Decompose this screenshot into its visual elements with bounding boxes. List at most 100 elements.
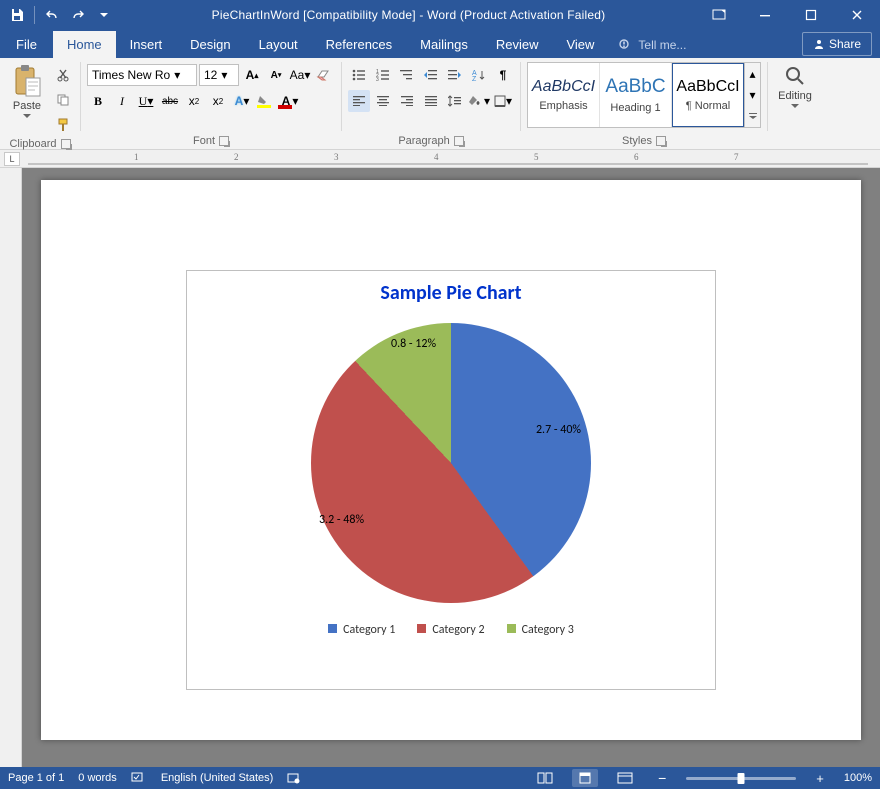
status-page[interactable]: Page 1 of 1 bbox=[8, 772, 64, 784]
undo-icon[interactable] bbox=[41, 4, 63, 26]
font-size-value: 12 bbox=[204, 68, 217, 82]
superscript-button[interactable]: x2 bbox=[207, 90, 229, 112]
strikethrough-button[interactable]: abc bbox=[159, 90, 181, 112]
tab-references[interactable]: References bbox=[312, 31, 406, 58]
font-name-combo[interactable]: Times New Ro ▾ bbox=[87, 64, 197, 86]
decrease-indent-button[interactable] bbox=[420, 64, 442, 86]
share-button[interactable]: Share bbox=[802, 32, 872, 56]
font-color-button[interactable]: A▾ bbox=[279, 90, 301, 112]
text-effects-button[interactable]: A▾ bbox=[231, 90, 253, 112]
group-editing: Editing bbox=[768, 58, 822, 149]
chevron-down-icon[interactable]: ▾ bbox=[221, 68, 227, 82]
bold-button[interactable]: B bbox=[87, 90, 109, 112]
font-size-combo[interactable]: 12 ▾ bbox=[199, 64, 239, 86]
cut-button[interactable] bbox=[52, 64, 74, 86]
styles-expand[interactable] bbox=[745, 106, 760, 127]
italic-button[interactable]: I bbox=[111, 90, 133, 112]
zoom-out-button[interactable]: − bbox=[652, 770, 672, 786]
align-center-button[interactable] bbox=[372, 90, 394, 112]
tab-design[interactable]: Design bbox=[176, 31, 244, 58]
tab-insert[interactable]: Insert bbox=[116, 31, 177, 58]
show-hide-button[interactable]: ¶ bbox=[492, 64, 514, 86]
paste-button[interactable]: Paste bbox=[6, 60, 48, 119]
underline-button[interactable]: U▾ bbox=[135, 90, 157, 112]
ribbon: Paste Clipboard Times New Ro ▾ bbox=[0, 58, 880, 150]
tab-mailings[interactable]: Mailings bbox=[406, 31, 482, 58]
pie-chart-object[interactable]: Sample Pie Chart 2.7 - 40% 3.2 - 48% 0.8… bbox=[186, 270, 716, 690]
group-font: Times New Ro ▾ 12 ▾ A▴ A▾ Aa▾ B I U▾ bbox=[81, 58, 341, 149]
line-spacing-button[interactable] bbox=[444, 90, 466, 112]
shrink-font-button[interactable]: A▾ bbox=[265, 64, 287, 86]
tell-me-label: Tell me... bbox=[638, 38, 686, 52]
paste-label: Paste bbox=[13, 100, 41, 112]
styles-launcher[interactable] bbox=[656, 136, 666, 146]
numbering-button[interactable]: 123 bbox=[372, 64, 394, 86]
tab-layout[interactable]: Layout bbox=[245, 31, 312, 58]
paragraph-group-label: Paragraph bbox=[398, 135, 449, 147]
page[interactable]: Sample Pie Chart 2.7 - 40% 3.2 - 48% 0.8… bbox=[41, 180, 861, 740]
tab-home[interactable]: Home bbox=[53, 31, 116, 58]
macro-record-icon[interactable] bbox=[287, 772, 301, 784]
clear-formatting-button[interactable] bbox=[313, 64, 335, 86]
tab-view[interactable]: View bbox=[552, 31, 608, 58]
title-bar: PieChartInWord [Compatibility Mode] - Wo… bbox=[0, 0, 880, 30]
tab-file[interactable]: File bbox=[0, 31, 53, 58]
svg-text:3: 3 bbox=[334, 152, 339, 162]
vertical-ruler[interactable] bbox=[0, 168, 22, 767]
spellcheck-icon[interactable] bbox=[131, 772, 147, 784]
group-styles: AaBbCcI Emphasis AaBbC Heading 1 AaBbCcI… bbox=[521, 58, 767, 149]
ribbon-display-options-icon[interactable] bbox=[696, 0, 742, 30]
minimize-button[interactable] bbox=[742, 0, 788, 30]
chevron-down-icon[interactable]: ▾ bbox=[174, 68, 180, 82]
paragraph-launcher[interactable] bbox=[454, 136, 464, 146]
borders-button[interactable]: ▾ bbox=[492, 90, 514, 112]
grow-font-button[interactable]: A▴ bbox=[241, 64, 263, 86]
clipboard-launcher[interactable] bbox=[61, 139, 71, 149]
svg-text:3: 3 bbox=[376, 77, 379, 81]
bullets-button[interactable] bbox=[348, 64, 370, 86]
tab-review[interactable]: Review bbox=[482, 31, 553, 58]
svg-text:1: 1 bbox=[134, 152, 139, 162]
style-normal[interactable]: AaBbCcI ¶ Normal bbox=[672, 63, 744, 127]
justify-button[interactable] bbox=[420, 90, 442, 112]
increase-indent-button[interactable] bbox=[444, 64, 466, 86]
font-group-label: Font bbox=[193, 135, 215, 147]
editing-button[interactable]: Editing bbox=[774, 60, 816, 109]
svg-text:Z: Z bbox=[472, 76, 477, 81]
align-right-button[interactable] bbox=[396, 90, 418, 112]
format-painter-button[interactable] bbox=[52, 114, 74, 136]
print-layout-button[interactable] bbox=[572, 769, 598, 787]
align-left-button[interactable] bbox=[348, 90, 370, 112]
copy-button[interactable] bbox=[52, 89, 74, 111]
save-icon[interactable] bbox=[6, 4, 28, 26]
change-case-button[interactable]: Aa▾ bbox=[289, 64, 311, 86]
horizontal-ruler[interactable]: L 123 456 7 bbox=[0, 150, 880, 168]
close-button[interactable] bbox=[834, 0, 880, 30]
redo-icon[interactable] bbox=[67, 4, 89, 26]
zoom-slider[interactable] bbox=[686, 777, 796, 780]
shading-button[interactable]: ▾ bbox=[468, 90, 490, 112]
status-language[interactable]: English (United States) bbox=[161, 772, 274, 784]
qat-customize-icon[interactable] bbox=[93, 4, 115, 26]
document-canvas[interactable]: Sample Pie Chart 2.7 - 40% 3.2 - 48% 0.8… bbox=[22, 168, 880, 767]
tab-selector[interactable]: L bbox=[4, 152, 20, 166]
zoom-level[interactable]: 100% bbox=[844, 772, 872, 784]
status-words[interactable]: 0 words bbox=[78, 772, 117, 784]
font-launcher[interactable] bbox=[219, 136, 229, 146]
maximize-button[interactable] bbox=[788, 0, 834, 30]
read-mode-button[interactable] bbox=[532, 769, 558, 787]
style-heading1[interactable]: AaBbC Heading 1 bbox=[600, 63, 672, 127]
highlight-button[interactable] bbox=[255, 90, 277, 112]
styles-scroll-down[interactable]: ▾ bbox=[745, 84, 760, 105]
zoom-in-button[interactable]: + bbox=[810, 771, 830, 786]
slice-label-3: 0.8 - 12% bbox=[391, 337, 436, 351]
tell-me-search[interactable]: Tell me... bbox=[608, 32, 696, 58]
styles-scroll-up[interactable]: ▴ bbox=[745, 63, 760, 84]
subscript-button[interactable]: x2 bbox=[183, 90, 205, 112]
multilevel-list-button[interactable] bbox=[396, 64, 418, 86]
svg-text:5: 5 bbox=[534, 152, 539, 162]
web-layout-button[interactable] bbox=[612, 769, 638, 787]
svg-text:7: 7 bbox=[734, 152, 739, 162]
sort-button[interactable]: AZ bbox=[468, 64, 490, 86]
style-emphasis[interactable]: AaBbCcI Emphasis bbox=[528, 63, 600, 127]
